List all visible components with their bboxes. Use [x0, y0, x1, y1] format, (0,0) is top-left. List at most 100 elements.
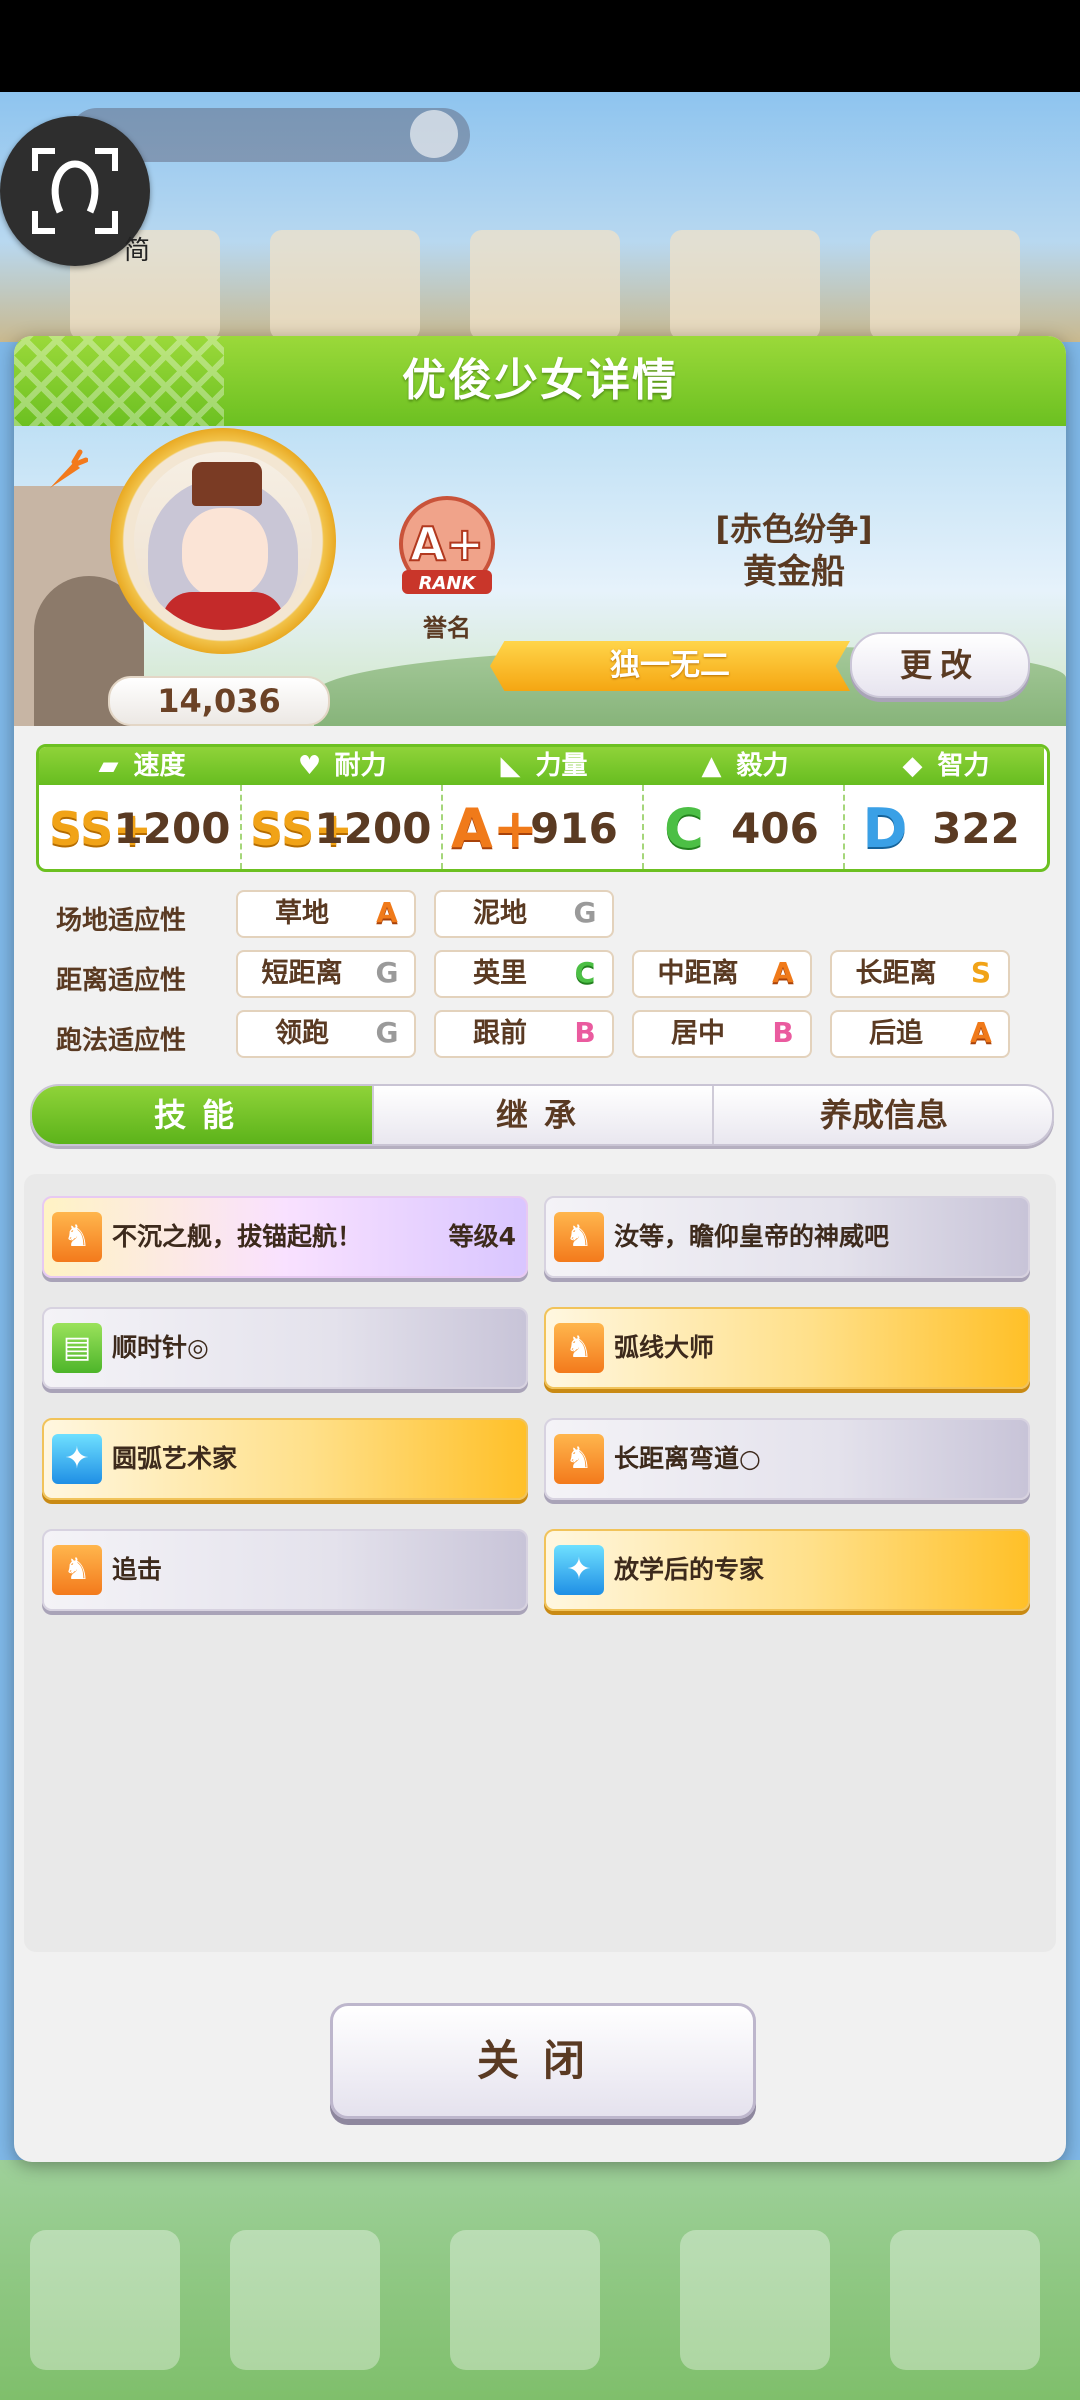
stat-label: 智力	[937, 751, 990, 781]
stat-stamina: ♥ 耐力 SS+ 1200	[240, 747, 443, 869]
stat-label: 速度	[133, 751, 186, 781]
strategy-aptitude-label: 跑法适应性	[56, 1026, 187, 1056]
stat-value: 322	[932, 804, 1020, 853]
skills-panel: ♞ 不沉之舰，拔锚起航！ 等级4 ♞ 汝等，瞻仰皇帝的神威吧 ▤ 顺时针◎ ♞ …	[24, 1174, 1056, 1952]
svg-text:A+: A+	[410, 517, 484, 571]
aptitude-dirt: 泥地 G	[434, 890, 614, 938]
stat-grade: D	[862, 797, 908, 860]
background-nav-item	[680, 2230, 830, 2370]
aptitude-grade: G	[375, 956, 399, 989]
skill-name: 圆弧艺术家	[112, 1444, 238, 1473]
svg-text:RANK: RANK	[419, 573, 478, 594]
stat-guts: ▲ 毅力 C 406	[642, 747, 845, 869]
tab-inheritance[interactable]: 继承	[372, 1086, 714, 1144]
stat-body: SS+ 1200	[39, 785, 242, 869]
background-card	[670, 230, 820, 340]
skill-item[interactable]: ♞ 长距离弯道○	[544, 1418, 1030, 1500]
aptitude-turf: 草地 A	[236, 890, 416, 938]
stat-wisdom: ◆ 智力 D 322	[843, 747, 1044, 869]
skill-name: 追击	[112, 1555, 163, 1584]
tab-training-info[interactable]: 养成信息	[712, 1086, 1052, 1144]
background-nav-item	[30, 2230, 180, 2370]
skill-item[interactable]: ✦ 放学后的专家	[544, 1529, 1030, 1611]
rank-caption: 誉名	[423, 614, 471, 642]
portrait-hat	[192, 462, 262, 506]
stat-body: A+ 916	[441, 785, 644, 869]
aptitude-front-runner: 领跑 G	[236, 1010, 416, 1058]
aptitude-mile: 英里 C	[434, 950, 614, 998]
status-bar	[0, 0, 1080, 92]
background-nav-item	[450, 2230, 600, 2370]
graduation-cap-icon: ◆	[902, 751, 923, 781]
sparkle-icon: ✦	[554, 1545, 604, 1595]
running-horse-icon: ♞	[554, 1434, 604, 1484]
close-button[interactable]: 关闭	[330, 2003, 756, 2119]
heart-icon: ♥	[297, 751, 322, 781]
skill-name: 弧线大师	[614, 1333, 715, 1362]
stat-speed: ▰ 速度 SS+ 1200	[39, 747, 242, 869]
rank-badge-icon: A+ RANK	[399, 496, 495, 594]
stat-grade: A+	[451, 797, 539, 860]
skill-item[interactable]: ♞ 追击	[42, 1529, 528, 1611]
aptitude-grade: A	[772, 956, 794, 989]
skill-item[interactable]: ♞ 汝等，瞻仰皇帝的神威吧	[544, 1196, 1030, 1278]
character-portrait[interactable]	[134, 452, 312, 630]
stat-power: ◣ 力量 A+ 916	[441, 747, 644, 869]
running-horse-icon: ♞	[554, 1212, 604, 1262]
dialog-title: 优俊少女详情	[402, 355, 678, 406]
character-name: 黄金船	[743, 552, 845, 592]
stats-panel: ▰ 速度 SS+ 1200 ♥ 耐力 SS+ 1200 ◣ 力量 A+ 916 ▲ 毅力…	[36, 744, 1050, 872]
dialog-header: 优俊少女详情	[14, 336, 1066, 426]
stat-label: 耐力	[334, 751, 387, 781]
running-horse-icon: ♞	[52, 1545, 102, 1595]
skill-item[interactable]: ✦ 圆弧艺术家	[42, 1418, 528, 1500]
aptitude-grade: G	[375, 1016, 399, 1049]
stat-grade: SS+	[250, 802, 353, 856]
stat-label: 毅力	[736, 751, 789, 781]
aptitude-pace-chaser: 跟前 B	[434, 1010, 614, 1058]
stat-label: 力量	[535, 751, 588, 781]
skill-item[interactable]: ♞ 弧线大师	[544, 1307, 1030, 1389]
lens-icon	[32, 148, 118, 234]
stat-header: ♥ 耐力	[240, 747, 441, 785]
stat-value: 916	[530, 804, 618, 853]
stat-header: ▲ 毅力	[642, 747, 843, 785]
stat-grade: SS+	[49, 802, 152, 856]
stat-value: 406	[731, 804, 819, 853]
aptitude-grade: B	[574, 1016, 596, 1049]
speed-icon: ▰	[98, 751, 119, 781]
aptitude-grade: B	[772, 1016, 794, 1049]
carrot-icon	[50, 449, 88, 488]
tab-skills[interactable]: 技能	[32, 1086, 372, 1144]
background-nav-item	[890, 2230, 1040, 2370]
background-card	[270, 230, 420, 340]
change-epithet-button[interactable]: 更改	[850, 632, 1030, 698]
stat-body: SS+ 1200	[240, 785, 443, 869]
aptitude-grade: S	[970, 956, 992, 989]
detail-tabs: 技能 继承 养成信息	[30, 1084, 1054, 1146]
skill-name: 顺时针◎	[112, 1333, 209, 1362]
track-aptitude-label: 场地适应性	[56, 906, 187, 936]
running-horse-icon: ♞	[52, 1212, 102, 1262]
skill-level: 等级4	[448, 1222, 516, 1251]
lens-label: 简	[124, 236, 151, 266]
skill-name: 汝等，瞻仰皇帝的神威吧	[614, 1222, 890, 1251]
portrait-face	[182, 508, 268, 598]
stat-header: ◆ 智力	[843, 747, 1044, 785]
aptitude-grade: G	[573, 896, 597, 929]
aptitude-grade: A	[970, 1016, 992, 1049]
skill-item[interactable]: ▤ 顺时针◎	[42, 1307, 528, 1389]
epithet-ribbon: 独一无二	[490, 641, 850, 691]
skill-item[interactable]: ♞ 不沉之舰，拔锚起航！ 等级4	[42, 1196, 528, 1278]
skill-name: 放学后的专家	[614, 1555, 765, 1584]
background-nav-item	[230, 2230, 380, 2370]
stat-value: 1200	[314, 804, 432, 853]
background-card	[870, 230, 1020, 340]
sparkle-icon: ✦	[52, 1434, 102, 1484]
stat-header: ◣ 力量	[441, 747, 642, 785]
stat-body: C 406	[642, 785, 845, 869]
aptitude-end-closer: 后追 A	[830, 1010, 1010, 1058]
aptitude-grade: C	[574, 956, 596, 989]
stat-grade: C	[664, 797, 704, 860]
aptitude-grade: A	[376, 896, 398, 929]
